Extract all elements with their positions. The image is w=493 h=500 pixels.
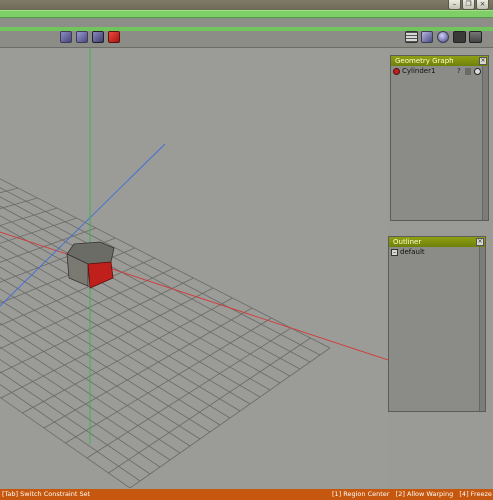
- grid-line: [0, 215, 291, 377]
- viewport-toolbar: [0, 31, 493, 48]
- collapse-icon[interactable]: –: [391, 249, 398, 256]
- visibility-icon[interactable]: [474, 68, 481, 75]
- window-title-bar: [0, 0, 493, 10]
- dark-shading-icon[interactable]: [453, 31, 466, 43]
- minimize-icon: –: [452, 0, 457, 8]
- lock-icon[interactable]: [465, 68, 471, 75]
- list-item[interactable]: – default: [391, 248, 477, 257]
- grid-line: [0, 217, 77, 244]
- restore-icon: ❐: [465, 0, 472, 8]
- toolbar-shelf: [0, 18, 493, 27]
- shaded-cube-icon[interactable]: [421, 31, 433, 43]
- outliner-header[interactable]: Outliner: [389, 237, 485, 247]
- grid-line: [0, 311, 201, 440]
- geometry-graph-panel: Geometry Graph × Cylinder1 ?: [390, 55, 489, 221]
- outliner-title: Outliner: [393, 238, 422, 246]
- grid-line: [129, 347, 331, 488]
- timeline-bar[interactable]: [0, 10, 493, 18]
- ground-grid: [0, 178, 331, 488]
- geometry-graph-header[interactable]: Geometry Graph: [391, 56, 488, 66]
- cylinder-mesh[interactable]: [66, 241, 115, 289]
- outliner-scrollbar[interactable]: [479, 247, 485, 411]
- cylinder-selected-face: [87, 261, 114, 289]
- grid-line: [0, 187, 19, 194]
- view-cube-icon[interactable]: [92, 31, 104, 43]
- grid-line: [108, 337, 311, 474]
- minimize-button[interactable]: –: [448, 0, 461, 10]
- sphere-shading-icon[interactable]: [437, 31, 449, 43]
- list-item[interactable]: Cylinder1 ?: [393, 67, 482, 76]
- geometry-graph-title: Geometry Graph: [395, 57, 454, 65]
- close-button[interactable]: ×: [476, 0, 489, 10]
- view-cube-icon[interactable]: [60, 31, 72, 43]
- status-right-text: [1] Region Center [2] Allow Warping [4] …: [332, 490, 493, 498]
- status-left-text: [Tab] Switch Constraint Set: [2, 490, 91, 498]
- geometry-item-label: Cylinder1: [402, 67, 436, 75]
- restore-button[interactable]: ❐: [462, 0, 475, 10]
- geometry-graph-scrollbar[interactable]: [482, 66, 488, 220]
- outliner-item-label: default: [400, 248, 425, 256]
- grid-line: [86, 327, 292, 459]
- close-icon: ×: [479, 0, 486, 8]
- outliner-panel: Outliner × – default: [388, 236, 486, 412]
- grid-line: [0, 384, 141, 482]
- view-cube-icon[interactable]: [76, 31, 88, 43]
- grid-display-icon[interactable]: [405, 31, 418, 43]
- close-icon: ×: [477, 238, 483, 245]
- grid-line: [0, 207, 58, 226]
- grid-line: [0, 235, 271, 391]
- grid-line: [0, 196, 311, 363]
- close-icon: ×: [480, 57, 486, 64]
- status-bar: [Tab] Switch Constraint Set [1] Region C…: [0, 489, 493, 500]
- cylinder-node-icon: [393, 68, 400, 75]
- geometry-graph-close-button[interactable]: ×: [479, 57, 487, 65]
- grid-line: [0, 255, 251, 405]
- monitor-icon[interactable]: [469, 31, 482, 43]
- help-icon[interactable]: ?: [457, 67, 461, 76]
- viewport-canvas[interactable]: [0, 48, 388, 488]
- x-axis-line: [0, 231, 388, 361]
- 3d-viewport[interactable]: [0, 48, 388, 488]
- outliner-close-button[interactable]: ×: [476, 238, 484, 246]
- view-cube-red-icon[interactable]: [108, 31, 120, 43]
- grid-line: [0, 197, 38, 210]
- grid-line: [0, 371, 151, 475]
